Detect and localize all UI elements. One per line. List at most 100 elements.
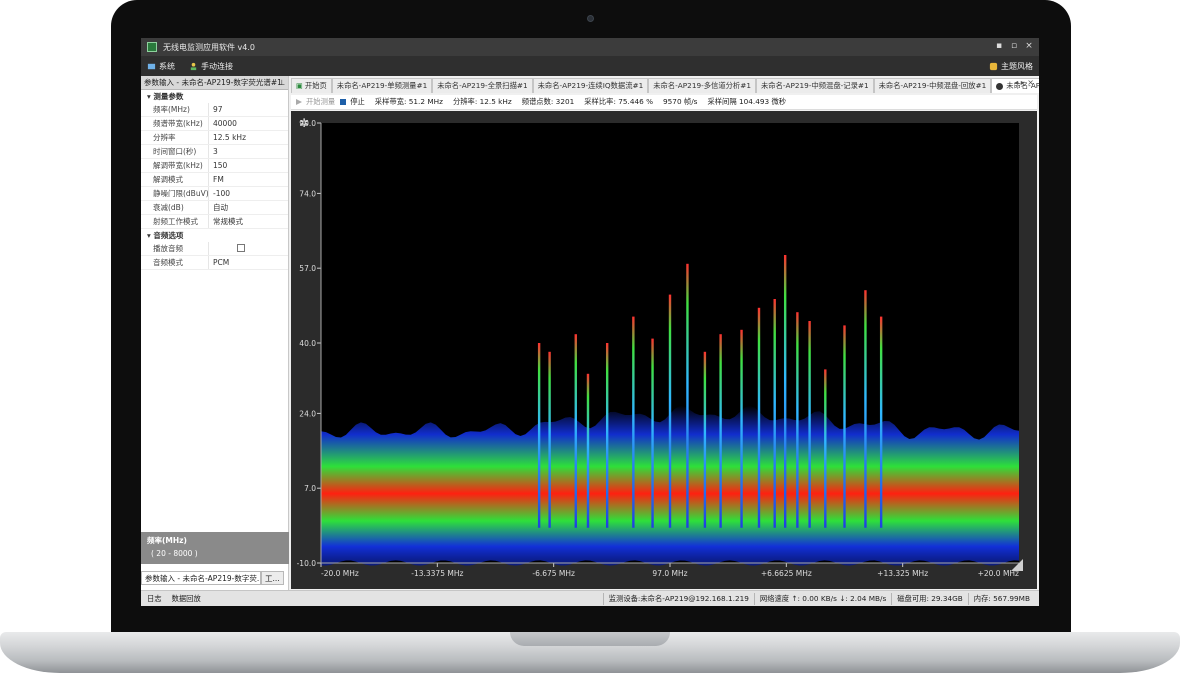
tab-if-playback[interactable]: 未命名-AP219-中频混盘-回放#1 <box>873 78 992 93</box>
home-icon: ▣ <box>296 81 303 90</box>
x-tick-label: -20.0 MHz <box>321 569 359 578</box>
param-row[interactable]: 时间窗口(秒) 3 <box>141 145 288 159</box>
log-button[interactable]: 日志 <box>147 594 162 604</box>
x-tick-label: +6.6625 MHz <box>761 569 812 578</box>
param-row[interactable]: 分辨率 12.5 kHz <box>141 131 288 145</box>
start-measure-label: 开始测量 <box>306 97 336 106</box>
tab-single-freq[interactable]: 未命名-AP219-单频测量#1 <box>331 78 433 93</box>
signal-peak <box>686 263 689 528</box>
play-audio-checkbox[interactable] <box>237 244 245 252</box>
param-value[interactable]: 12.5 kHz <box>209 131 288 144</box>
param-value[interactable]: FM <box>209 173 288 186</box>
param-value[interactable]: 150 <box>209 159 288 172</box>
signal-peak <box>824 369 827 528</box>
signal-peak <box>808 321 811 528</box>
stop-icon <box>340 99 347 105</box>
pin-icon[interactable]: ⊥ <box>278 76 285 89</box>
param-value[interactable]: -100 <box>209 187 288 200</box>
x-tick-label: +13.325 MHz <box>877 569 928 578</box>
menu-manual-connect-label: 手动连接 <box>201 61 233 71</box>
title-bar: 无线电监测应用软件 v4.0 ▪ ▫ × <box>141 38 1039 56</box>
restore-icon[interactable]: ▫ <box>1008 40 1020 52</box>
param-key: 衰减(dB) <box>141 201 209 214</box>
menu-bar: 系统 手动连接 主题风格 <box>141 56 1039 76</box>
close-icon[interactable]: × <box>1023 40 1035 52</box>
minimize-icon[interactable]: ▪ <box>993 40 1005 52</box>
group-audio-label: 音频选项 <box>153 231 184 240</box>
help-description: ( 20 - 8000 ) <box>151 549 198 558</box>
signal-peak <box>605 343 609 528</box>
tab-panorama-scan[interactable]: 未命名-AP219-全景扫描#1 <box>432 78 533 93</box>
theme-label: 主题风格 <box>1001 61 1033 71</box>
param-value[interactable]: 3 <box>209 145 288 158</box>
x-tick-label: -13.3375 MHz <box>411 569 463 578</box>
param-row[interactable]: 频率(MHz) 97 <box>141 103 288 117</box>
status-bar: 日志 数据回放 监测设备:未命名-AP219@192.168.1.219 网络速… <box>141 590 1039 606</box>
menu-system[interactable]: 系统 <box>147 56 175 76</box>
param-key: 解调模式 <box>141 173 209 186</box>
param-row[interactable]: 频谱带宽(kHz) 40000 <box>141 117 288 131</box>
start-measure-button[interactable]: 开始测量 <box>295 97 335 107</box>
signal-peak <box>548 351 551 528</box>
tab-status-icon <box>996 82 1004 90</box>
parameter-panel-title: 参数输入 - 未命名-AP219-数字荧光谱#1 <box>144 78 282 87</box>
signal-peak <box>843 325 846 528</box>
tab-tools[interactable]: 工... <box>261 571 284 585</box>
y-tick-label: 40.0 <box>299 339 316 348</box>
signal-peak <box>740 329 743 528</box>
tab-if-record[interactable]: 未命名-AP219-中频混盘-记录#1 <box>755 78 874 93</box>
param-value[interactable]: 常规模式 <box>209 215 288 228</box>
param-value[interactable]: 97 <box>209 103 288 116</box>
tab-multichannel[interactable]: 未命名-AP219-多信道分析#1 <box>648 78 756 93</box>
tab-scroll-icon[interactable]: ◂ ▸ × <box>1014 78 1034 87</box>
group-measurement[interactable]: ▾ 测量参数 <box>141 90 288 103</box>
signal-peak <box>796 312 799 528</box>
param-row[interactable]: 静噪门限(dBuV) -100 <box>141 187 288 201</box>
tab-start-page[interactable]: ▣ 开始页 <box>291 78 332 93</box>
stat-sample-interval: 采样间隔 104.493 微秒 <box>707 97 787 106</box>
window-controls: ▪ ▫ × <box>993 40 1035 52</box>
menu-manual-connect[interactable]: 手动连接 <box>189 56 233 76</box>
group-audio[interactable]: ▾ 音频选项 <box>141 229 288 242</box>
parameter-help: 频率(MHz) ( 20 - 8000 ) <box>141 532 289 564</box>
y-tick-label: 7.0 <box>304 484 316 493</box>
system-icon <box>147 63 156 69</box>
param-row[interactable]: 射频工作模式 常规模式 <box>141 215 288 229</box>
theme-button[interactable]: 主题风格 <box>989 56 1033 76</box>
parameter-panel: 参数输入 - 未命名-AP219-数字荧光谱#1 ⊥ ▾ 测量参数 频率(MHz… <box>141 76 289 590</box>
param-value[interactable]: 自动 <box>209 201 288 214</box>
param-row[interactable]: 解调模式 FM <box>141 173 288 187</box>
parameter-panel-header: 参数输入 - 未命名-AP219-数字荧光谱#1 ⊥ <box>141 76 288 90</box>
param-row[interactable]: 衰减(dB) 自动 <box>141 201 288 215</box>
tab-parameter-input[interactable]: 参数输入 - 未命名-AP219-数字荧... <box>141 571 261 585</box>
playback-button[interactable]: 数据回放 <box>172 594 201 604</box>
fluorescence-spectrum-chart: 90.0 74.0 57.0 40.0 24.0 7.0 -10.0 -20.0 MHz -13… <box>297 119 1023 578</box>
stat-frame-rate: 9570 帧/s <box>663 97 698 106</box>
param-key: 音频模式 <box>141 256 209 269</box>
tab-label: 开始页 <box>304 81 327 90</box>
signal-peak <box>879 316 883 528</box>
window-title: 无线电监测应用软件 v4.0 <box>163 42 255 52</box>
signal-peak <box>651 338 654 528</box>
param-value <box>209 242 288 255</box>
spectrum-plot[interactable]: ✲ 90.0 74.0 57.0 40.0 24.0 7.0 -10.0 -20.0 MHz -… <box>291 111 1037 589</box>
document-tabs: ▣ 开始页 未命名-AP219-单频测量#1 未命名-AP219-全景扫描#1 未… <box>291 78 1039 93</box>
memory-status: 内存: 567.99MB <box>967 593 1035 605</box>
param-value[interactable]: 40000 <box>209 117 288 130</box>
signal-peak <box>632 316 635 528</box>
y-tick-label: 74.0 <box>299 189 316 198</box>
laptop-base-notch <box>510 632 670 646</box>
param-row[interactable]: 播放音频 <box>141 242 288 256</box>
signal-peak <box>757 307 761 528</box>
param-row[interactable]: 音频模式 PCM <box>141 256 288 270</box>
panel-bottom-tabs: 参数输入 - 未命名-AP219-数字荧... 工... <box>141 571 289 585</box>
param-row[interactable]: 解调带宽(kHz) 150 <box>141 159 288 173</box>
x-tick-label: -6.675 MHz <box>532 569 575 578</box>
param-value[interactable]: PCM <box>209 256 288 269</box>
tab-iq-stream[interactable]: 未命名-AP219-连续IQ数据流#1 <box>532 78 649 93</box>
menu-system-label: 系统 <box>159 61 175 71</box>
signal-peak <box>719 334 722 528</box>
signal-peak <box>773 299 776 528</box>
param-key: 频率(MHz) <box>141 103 209 116</box>
stop-button[interactable]: 停止 <box>339 97 365 107</box>
